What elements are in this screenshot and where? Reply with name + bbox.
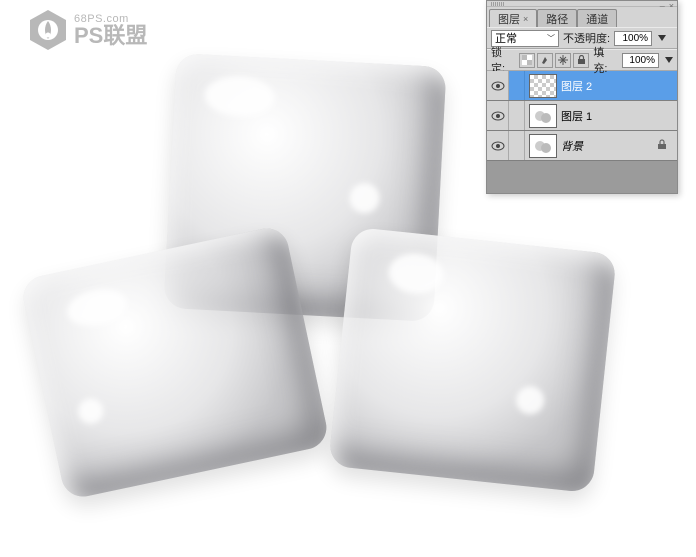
opacity-slider-icon[interactable]	[658, 35, 666, 41]
panel-tabs: 图层 × 路径 通道	[487, 7, 677, 27]
tab-label: 通道	[586, 11, 608, 27]
layer-thumbnail[interactable]	[529, 134, 557, 158]
lock-transparency-button[interactable]	[519, 53, 535, 68]
layer-row[interactable]: 图层 1	[487, 101, 677, 131]
tab-close-icon[interactable]: ×	[523, 14, 528, 24]
layer-name[interactable]: 图层 2	[561, 78, 677, 94]
lock-pixels-button[interactable]	[537, 53, 553, 68]
blend-opacity-row: 正常 ﹀ 不透明度: 100%	[487, 27, 677, 49]
opacity-value: 100%	[622, 33, 648, 44]
tab-label: 路径	[546, 11, 568, 27]
layer-thumbnail[interactable]	[529, 74, 557, 98]
layer-thumbnail[interactable]	[529, 104, 557, 128]
ice-cube-image	[328, 227, 617, 493]
layers-empty-area[interactable]	[487, 161, 677, 193]
eye-icon	[491, 111, 505, 121]
visibility-toggle[interactable]	[487, 101, 509, 130]
fill-slider-icon[interactable]	[665, 57, 673, 63]
fill-input[interactable]: 100%	[622, 53, 659, 68]
visibility-toggle[interactable]	[487, 131, 509, 160]
tab-label: 图层	[498, 11, 520, 27]
link-column[interactable]	[509, 131, 525, 160]
layer-name[interactable]: 背景	[561, 138, 657, 154]
tab-layers[interactable]: 图层 ×	[489, 9, 537, 27]
tab-channels[interactable]: 通道	[577, 9, 617, 27]
link-column[interactable]	[509, 71, 525, 100]
panel-grip-icon	[491, 2, 521, 6]
fill-label: 填充:	[593, 44, 617, 76]
tab-paths[interactable]: 路径	[537, 9, 577, 27]
lock-fill-row: 锁定: 填充: 100%	[487, 49, 677, 71]
lock-icon	[657, 139, 671, 153]
visibility-toggle[interactable]	[487, 71, 509, 100]
layers-list: 图层 2 图层 1 背景	[487, 71, 677, 193]
chevron-down-icon: ﹀	[547, 33, 555, 44]
lock-position-button[interactable]	[555, 53, 571, 68]
layer-row[interactable]: 背景	[487, 131, 677, 161]
link-column[interactable]	[509, 101, 525, 130]
fill-value: 100%	[629, 55, 655, 66]
eye-icon	[491, 141, 505, 151]
layer-row[interactable]: 图层 2	[487, 71, 677, 101]
opacity-input[interactable]: 100%	[614, 31, 652, 46]
layer-name[interactable]: 图层 1	[561, 108, 677, 124]
lock-all-button[interactable]	[573, 53, 589, 68]
ice-cube-image	[20, 224, 331, 500]
eye-icon	[491, 81, 505, 91]
layers-panel: – × 图层 × 路径 通道 正常 ﹀ 不透明度: 100% 锁定:	[486, 0, 678, 194]
